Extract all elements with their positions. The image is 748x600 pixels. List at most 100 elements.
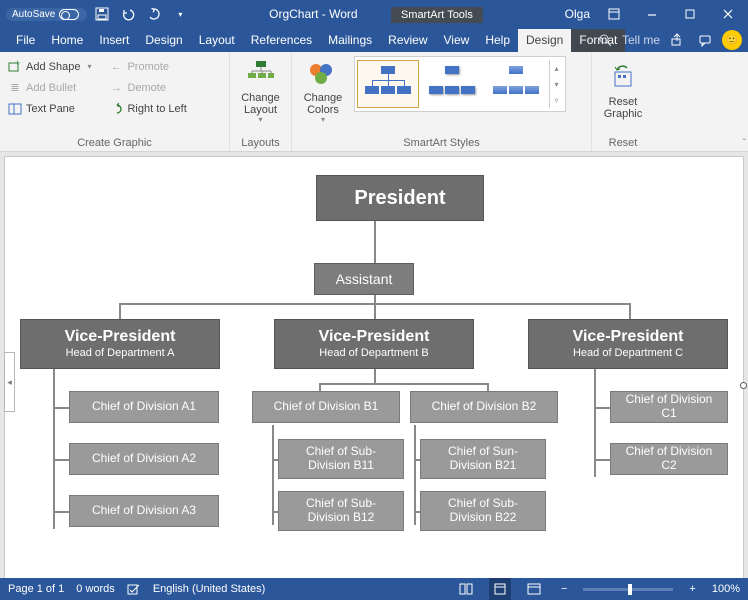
change-layout-button[interactable]: Change Layout▾ [234, 56, 287, 126]
node-b2[interactable]: Chief of Division B2 [410, 391, 558, 423]
titlebar-right: Olga [561, 0, 748, 28]
close-button[interactable] [710, 0, 746, 28]
collapse-ribbon-icon[interactable]: ˇ [743, 138, 746, 149]
ribbon-display-icon[interactable] [596, 0, 632, 28]
text-pane-icon [8, 102, 22, 116]
node-vp-b[interactable]: Vice-PresidentHead of Department B [274, 319, 474, 369]
node-c2[interactable]: Chief of Division C2 [610, 443, 728, 475]
add-shape-button[interactable]: +Add Shape▾ [4, 56, 95, 77]
promote-icon: ← [109, 60, 123, 74]
contextual-tools-label: SmartArt Tools [391, 7, 483, 23]
titlebar: AutoSave ▾ OrgChart - Word SmartArt Tool… [0, 0, 748, 28]
word-count[interactable]: 0 words [76, 583, 115, 595]
group-create-graphic: +Add Shape▾ ≣Add Bullet Text Pane ←Promo… [0, 52, 230, 151]
layout-icon [245, 58, 277, 90]
style-item-3[interactable] [485, 60, 547, 108]
zoom-in-button[interactable]: + [685, 583, 699, 595]
tab-layout[interactable]: Layout [191, 29, 243, 52]
proofing-icon[interactable] [127, 582, 141, 596]
style-item-2[interactable] [421, 60, 483, 108]
styles-gallery[interactable]: ▴▾▿ [354, 56, 566, 112]
reset-graphic-button[interactable]: Reset Graphic [596, 56, 650, 126]
promote-button: ←Promote [105, 56, 190, 77]
search-icon[interactable] [594, 33, 616, 47]
style-item-1[interactable] [357, 60, 419, 108]
comments-icon[interactable] [694, 33, 716, 47]
bullet-icon: ≣ [8, 81, 22, 95]
node-assistant[interactable]: Assistant [314, 263, 414, 295]
change-colors-button[interactable]: Change Colors▾ [296, 56, 350, 126]
selection-handle[interactable] [740, 382, 747, 389]
scroll-down-icon[interactable]: ▾ [549, 76, 563, 92]
gallery-more-icon[interactable]: ▴▾▿ [549, 60, 563, 108]
tab-mailings[interactable]: Mailings [320, 29, 380, 52]
autosave-label: AutoSave [12, 9, 55, 20]
group-reset: Reset Graphic Reset [592, 52, 654, 151]
group-label: Layouts [230, 137, 291, 151]
node-a1[interactable]: Chief of Division A1 [69, 391, 219, 423]
node-president[interactable]: President [316, 175, 484, 221]
scroll-up-icon[interactable]: ▴ [549, 60, 563, 76]
tab-view[interactable]: View [436, 29, 478, 52]
node-vp-c[interactable]: Vice-PresidentHead of Department C [528, 319, 728, 369]
tab-file[interactable]: File [8, 29, 43, 52]
tab-home[interactable]: Home [43, 29, 91, 52]
text-pane-button[interactable]: Text Pane [4, 98, 95, 119]
node-b21[interactable]: Chief of Sun-Division B21 [420, 439, 546, 479]
zoom-out-button[interactable]: − [557, 583, 571, 595]
web-layout-icon[interactable] [523, 578, 545, 600]
add-bullet-button: ≣Add Bullet [4, 77, 95, 98]
quick-access-toolbar: AutoSave ▾ [0, 3, 191, 25]
ribbon: +Add Shape▾ ≣Add Bullet Text Pane ←Promo… [0, 52, 748, 152]
demote-button: →Demote [105, 77, 190, 98]
undo-icon[interactable] [117, 3, 139, 25]
share-icon[interactable] [666, 33, 688, 47]
qat-customize-icon[interactable]: ▾ [169, 3, 191, 25]
tab-smartart-design[interactable]: Design [518, 29, 571, 52]
node-vp-a[interactable]: Vice-PresidentHead of Department A [20, 319, 220, 369]
language-indicator[interactable]: English (United States) [153, 583, 266, 595]
tab-help[interactable]: Help [477, 29, 518, 52]
node-a3[interactable]: Chief of Division A3 [69, 495, 219, 527]
group-label: Create Graphic [0, 137, 229, 151]
page-indicator[interactable]: Page 1 of 1 [8, 583, 64, 595]
status-bar: Page 1 of 1 0 words English (United Stat… [0, 578, 748, 600]
minimize-button[interactable] [634, 0, 670, 28]
read-mode-icon[interactable] [455, 578, 477, 600]
maximize-button[interactable] [672, 0, 708, 28]
user-name[interactable]: Olga [565, 7, 590, 21]
node-b1[interactable]: Chief of Division B1 [252, 391, 400, 423]
node-b22[interactable]: Chief of Sub-Division B22 [420, 491, 546, 531]
group-label: Reset [592, 137, 654, 151]
tab-review[interactable]: Review [380, 29, 435, 52]
tell-me-label[interactable]: Tell me [622, 33, 660, 47]
org-chart[interactable]: President Assistant Vice-PresidentHead o… [14, 169, 734, 569]
tab-references[interactable]: References [243, 29, 320, 52]
rtl-icon [109, 102, 123, 116]
colors-icon [307, 58, 339, 90]
node-a2[interactable]: Chief of Division A2 [69, 443, 219, 475]
save-icon[interactable] [91, 3, 113, 25]
page: ◂ [4, 156, 744, 578]
node-b12[interactable]: Chief of Sub-Division B12 [278, 491, 404, 531]
reset-icon [607, 62, 639, 94]
tab-insert[interactable]: Insert [91, 29, 137, 52]
node-c1[interactable]: Chief of Division C1 [610, 391, 728, 423]
document-area: ◂ [0, 152, 748, 578]
expand-icon[interactable]: ▿ [549, 92, 563, 108]
zoom-slider[interactable] [583, 588, 673, 591]
feedback-smiley-icon[interactable]: 🙂 [722, 30, 742, 50]
ribbon-tabs: File Home Insert Design Layout Reference… [0, 28, 748, 52]
right-to-left-button[interactable]: Right to Left [105, 98, 190, 119]
node-b11[interactable]: Chief of Sub-Division B11 [278, 439, 404, 479]
svg-text:+: + [15, 60, 20, 68]
group-smartart-styles: Change Colors▾ ▴▾▿ SmartArt Styles [292, 52, 592, 151]
zoom-level[interactable]: 100% [712, 583, 740, 595]
tab-design[interactable]: Design [137, 29, 190, 52]
add-shape-icon: + [8, 60, 22, 74]
window-title: OrgChart - Word SmartArt Tools [191, 7, 560, 21]
autosave-toggle[interactable]: AutoSave [6, 8, 87, 21]
group-layouts: Change Layout▾ Layouts [230, 52, 292, 151]
redo-icon[interactable] [143, 3, 165, 25]
print-layout-icon[interactable] [489, 578, 511, 600]
